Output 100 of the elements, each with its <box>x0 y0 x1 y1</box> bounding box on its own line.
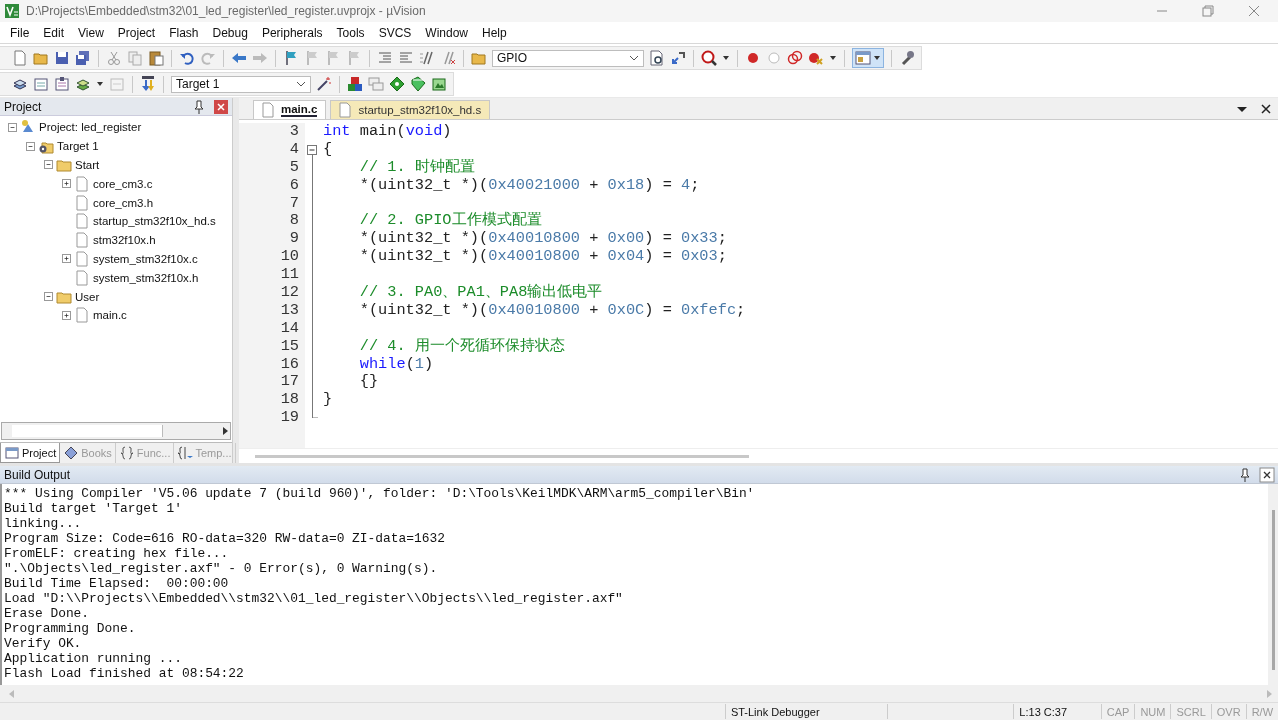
debug-magnifier-icon[interactable] <box>701 50 717 66</box>
menu-item[interactable]: Edit <box>36 25 72 40</box>
left-arrow-icon[interactable] <box>231 50 247 66</box>
expand-toggle[interactable] <box>62 310 71 320</box>
collapse-toggle[interactable] <box>44 292 53 302</box>
output-line: Build Time Elapsed: 00:00:00 <box>4 576 230 591</box>
line-number: 3 <box>239 123 305 141</box>
menu-item[interactable]: SVCS <box>371 25 419 40</box>
file-icon <box>74 175 90 192</box>
flag-icon[interactable] <box>283 50 299 66</box>
undo-icon[interactable] <box>179 50 195 66</box>
wrench-icon[interactable] <box>899 50 915 66</box>
fold-collapse-icon[interactable] <box>307 144 317 155</box>
project-tab-icon <box>4 444 20 461</box>
tree-item[interactable]: Start <box>75 159 100 171</box>
magic-wand-icon[interactable] <box>316 76 332 92</box>
double-circle-icon[interactable] <box>787 50 803 66</box>
code-line: *(uint32_t *)(0x40010800 + 0x0C) = 0xfefc; <box>358 301 746 320</box>
books-icon <box>63 445 80 461</box>
output-line: Program Size: Code=616 RO-data=320 RW-data=0 ZI-data=1632 <box>4 531 446 546</box>
braces-icon <box>118 445 135 461</box>
document-search-icon[interactable] <box>649 50 665 66</box>
menu-item[interactable]: View <box>71 25 111 40</box>
code-line: *(uint32_t *)(0x40010800 + 0x04) = 0x03; <box>358 248 727 267</box>
horizontal-scrollbar[interactable] <box>1 422 231 440</box>
menu-item[interactable]: File <box>3 25 37 40</box>
line-number: 18 <box>239 391 305 410</box>
menu-item[interactable]: Help <box>475 25 514 40</box>
tree-item[interactable]: User <box>75 290 100 303</box>
chip-icon[interactable] <box>431 76 447 92</box>
code-line: // 4. 用一个死循环保持状态 <box>358 337 565 356</box>
tree-item[interactable]: core_cm3.c <box>93 177 153 190</box>
editor-tab[interactable]: startup_stm32f10x_hd.s <box>330 100 491 119</box>
diamond-icon[interactable] <box>410 76 426 92</box>
output-line: linking... <box>4 516 83 531</box>
save-all-icon[interactable] <box>75 50 91 66</box>
find-combo[interactable]: GPIO <box>492 49 644 67</box>
arrows-icon[interactable] <box>670 50 686 66</box>
collapse-toggle[interactable] <box>26 141 35 151</box>
file-icon <box>74 307 90 324</box>
collapse-toggle[interactable] <box>44 160 53 170</box>
line-number: 11 <box>239 266 305 284</box>
line-number: 9 <box>239 230 305 249</box>
new-file-icon[interactable] <box>12 50 28 66</box>
file-icon <box>74 269 90 286</box>
menu-item[interactable]: Peripherals <box>254 25 330 40</box>
line-number: 10 <box>239 248 305 267</box>
menu-item[interactable]: Window <box>418 25 475 40</box>
close-icon[interactable] <box>1259 466 1275 483</box>
collapse-toggle[interactable] <box>8 122 17 132</box>
code-line: } <box>322 391 333 410</box>
key-indicator: R/W <box>1251 705 1273 718</box>
output-line: Erase Done. <box>4 606 91 621</box>
vertical-scrollbar[interactable] <box>1271 510 1275 670</box>
breakpoint-cross-icon[interactable] <box>808 50 824 66</box>
target-combo[interactable]: Target 1 <box>171 75 311 93</box>
menu-item[interactable]: Flash <box>162 25 206 40</box>
tree-item[interactable]: Target 1 <box>57 140 99 153</box>
window-layout-button[interactable] <box>852 48 884 68</box>
tree-item[interactable]: main.c <box>93 309 127 322</box>
save-icon[interactable] <box>54 50 70 66</box>
blocks-icon[interactable] <box>347 76 363 92</box>
key-indicator: OVR <box>1216 705 1241 718</box>
panel-tab[interactable]: Project <box>0 443 61 463</box>
comment-icon[interactable] <box>419 50 435 66</box>
tree-item[interactable]: Project: led_register <box>39 121 142 134</box>
output-line: FromELF: creating hex file... <box>4 546 230 561</box>
menu-item[interactable]: Project <box>110 25 163 40</box>
horizontal-scrollbar[interactable] <box>255 454 749 458</box>
window-title: D:\Projects\Embedded\stm32\01_led_register\led_register.uvprojx - µVision <box>26 4 427 18</box>
tree-item[interactable]: system_stm32f10x.h <box>93 271 199 284</box>
debugger-label: ST-Link Debugger <box>730 705 820 718</box>
tree-item[interactable]: core_cm3.h <box>93 196 154 209</box>
app-logo-icon <box>4 3 20 19</box>
line-number: 8 <box>239 212 305 231</box>
download-icon[interactable] <box>140 76 156 92</box>
breakpoint-icon[interactable] <box>745 50 761 66</box>
output-line: Flash Load finished at 08:54:22 <box>4 666 245 681</box>
output-line: Load "D:\\Projects\\Embedded\\stm32\\01_led_register\\Objects\\led_register.axf" <box>4 591 624 606</box>
code-line: // 2. GPIO工作模式配置 <box>358 212 542 231</box>
paste-icon[interactable] <box>148 50 164 66</box>
file-icon <box>74 213 90 230</box>
rebuild-icon[interactable] <box>54 76 70 92</box>
output-line: ".\Objects\led_register.axf" - 0 Error(s), 0 Warning(s). <box>4 561 439 576</box>
menu-item[interactable]: Debug <box>205 25 255 40</box>
diamond-icon[interactable] <box>389 76 405 92</box>
expand-toggle[interactable] <box>62 179 71 189</box>
build-icon[interactable] <box>33 76 49 92</box>
expand-toggle[interactable] <box>62 254 71 264</box>
line-number: 17 <box>239 373 305 392</box>
output-line: Verify OK. <box>4 636 83 651</box>
code-line: // 1. 时钟配置 <box>358 158 475 177</box>
folder-icon <box>56 157 72 173</box>
file-icon <box>260 102 276 118</box>
tree-item[interactable]: stm32f10x.h <box>93 234 156 247</box>
tree-item[interactable]: startup_stm32f10x_hd.s <box>93 215 216 228</box>
menu-item[interactable]: Tools <box>329 25 372 40</box>
code-line: {} <box>358 373 379 392</box>
tree-item[interactable]: system_stm32f10x.c <box>93 252 198 265</box>
editor-tab[interactable]: main.c <box>253 100 327 119</box>
